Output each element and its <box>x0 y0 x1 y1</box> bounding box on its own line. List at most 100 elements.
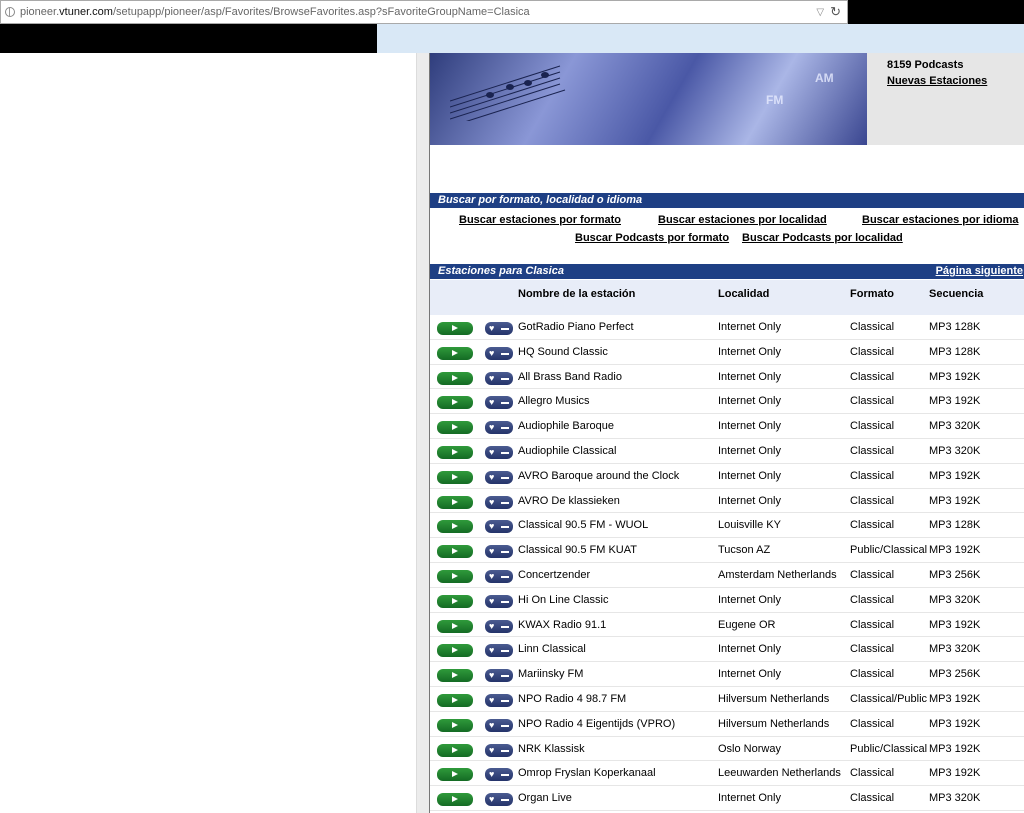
station-name[interactable]: Organ Live <box>518 792 572 804</box>
station-name[interactable]: Hi On Line Classic <box>518 594 608 606</box>
play-icon[interactable] <box>437 371 473 385</box>
station-format: Classical <box>850 321 895 333</box>
favorite-heart-icon[interactable]: ♥ <box>485 346 513 360</box>
col-stream: Secuencia <box>929 288 984 300</box>
favorite-heart-icon[interactable]: ♥ <box>485 322 513 335</box>
station-location: Internet Only <box>718 345 781 358</box>
play-icon[interactable] <box>437 718 473 732</box>
station-stream: MP3 192K <box>929 767 981 780</box>
play-icon[interactable] <box>437 594 473 608</box>
favorite-heart-icon[interactable]: ♥ <box>485 793 513 807</box>
favorite-heart-icon[interactable]: ♥ <box>485 495 513 509</box>
play-icon[interactable] <box>437 619 473 633</box>
favorite-heart-icon[interactable]: ♥ <box>485 545 513 559</box>
play-icon[interactable] <box>437 421 473 435</box>
station-name[interactable]: AVRO Baroque around the Clock <box>518 470 679 482</box>
link-stations-by-location[interactable]: Buscar estaciones por localidad <box>658 214 827 226</box>
station-format: Classical <box>850 717 895 730</box>
station-location: Louisville KY <box>718 519 781 532</box>
remove-dash-icon <box>501 675 509 678</box>
station-stream: MP3 128K <box>929 519 981 532</box>
play-icon[interactable] <box>437 470 473 484</box>
station-name[interactable]: GotRadio Piano Perfect <box>518 321 634 333</box>
play-icon[interactable] <box>437 322 473 335</box>
station-name[interactable]: NPO Radio 4 Eigentijds (VPRO) <box>518 718 675 730</box>
favorite-heart-icon[interactable]: ♥ <box>485 520 513 534</box>
table-row: ♥ Audiophile Classical Internet Only Classi… <box>430 439 1024 464</box>
station-name[interactable]: Allegro Musics <box>518 395 590 407</box>
address-bar[interactable]: pioneer.vtuner.com/setupapp/pioneer/asp/… <box>0 0 848 24</box>
station-name[interactable]: Mariinsky FM <box>518 668 583 680</box>
station-name[interactable]: Audiophile Classical <box>518 445 616 457</box>
station-location: Oslo Norway <box>718 742 781 755</box>
dropdown-arrow-icon[interactable]: ▽ <box>816 7 824 18</box>
favorite-heart-icon[interactable]: ♥ <box>485 569 513 583</box>
station-name[interactable]: HQ Sound Classic <box>518 346 608 358</box>
url-path: /setupapp/pioneer/asp/Favorites/BrowseFa… <box>112 6 530 18</box>
station-location: Internet Only <box>718 593 781 606</box>
station-name[interactable]: Audiophile Baroque <box>518 420 614 432</box>
link-podcasts-by-format[interactable]: Buscar Podcasts por formato <box>575 232 729 244</box>
remove-dash-icon <box>501 451 509 454</box>
link-stations-by-format[interactable]: Buscar estaciones por formato <box>459 214 621 226</box>
favorite-heart-icon[interactable]: ♥ <box>485 371 513 385</box>
play-icon[interactable] <box>437 743 473 757</box>
station-name[interactable]: Omrop Fryslan Koperkanaal <box>518 767 656 779</box>
reload-icon[interactable]: ↻ <box>830 4 841 20</box>
play-icon[interactable] <box>437 495 473 509</box>
station-name[interactable]: AVRO De klassieken <box>518 495 620 507</box>
table-row: ♥ Organ Live Internet Only Classical MP3 320… <box>430 786 1024 811</box>
station-name[interactable]: Linn Classical <box>518 643 586 655</box>
station-location: Hilversum Netherlands <box>718 692 830 705</box>
favorite-heart-icon[interactable]: ♥ <box>485 470 513 484</box>
table-row: ♥ Hi On Line Classic Internet Only Classica… <box>430 588 1024 613</box>
station-location: Internet Only <box>718 321 781 333</box>
favorite-heart-icon[interactable]: ♥ <box>485 644 513 658</box>
next-page-link[interactable]: Página siguiente <box>936 264 1023 279</box>
play-icon[interactable] <box>437 346 473 360</box>
station-stream: MP3 320K <box>929 444 981 457</box>
favorite-heart-icon[interactable]: ♥ <box>485 743 513 757</box>
station-location: Leeuwarden Netherlands <box>718 767 841 780</box>
play-icon[interactable] <box>437 669 473 683</box>
url-text[interactable]: pioneer.vtuner.com/setupapp/pioneer/asp/… <box>20 6 530 18</box>
favorite-heart-icon[interactable]: ♥ <box>485 421 513 435</box>
station-name[interactable]: Concertzender <box>518 569 590 581</box>
station-stream: MP3 256K <box>929 668 981 681</box>
station-name[interactable]: Classical 90.5 FM KUAT <box>518 544 637 556</box>
link-podcasts-by-location[interactable]: Buscar Podcasts por localidad <box>742 232 903 244</box>
favorite-heart-icon[interactable]: ♥ <box>485 619 513 633</box>
station-name[interactable]: NRK Klassisk <box>518 743 585 755</box>
play-icon[interactable] <box>437 445 473 459</box>
remove-dash-icon <box>501 600 509 603</box>
station-stream: MP3 192K <box>929 692 981 705</box>
remove-dash-icon <box>501 749 509 752</box>
play-icon[interactable] <box>437 644 473 658</box>
search-section-header: Buscar por formato, localidad o idioma <box>430 193 1024 208</box>
station-name[interactable]: NPO Radio 4 98.7 FM <box>518 693 626 705</box>
favorite-heart-icon[interactable]: ♥ <box>485 718 513 732</box>
play-icon[interactable] <box>437 396 473 410</box>
station-stream: MP3 320K <box>929 643 981 656</box>
nuevas-estaciones-link[interactable]: Nuevas Estaciones <box>887 75 987 87</box>
favorite-heart-icon[interactable]: ♥ <box>485 693 513 707</box>
table-row: ♥ Audiophile Baroque Internet Only Classica… <box>430 414 1024 439</box>
play-icon[interactable] <box>437 569 473 583</box>
play-icon[interactable] <box>437 545 473 559</box>
station-name[interactable]: KWAX Radio 91.1 <box>518 619 606 631</box>
play-icon[interactable] <box>437 693 473 707</box>
play-icon[interactable] <box>437 768 473 782</box>
play-icon[interactable] <box>437 520 473 534</box>
favorite-heart-icon[interactable]: ♥ <box>485 768 513 782</box>
favorite-heart-icon[interactable]: ♥ <box>485 594 513 608</box>
station-name[interactable]: Classical 90.5 FM - WUOL <box>518 519 648 531</box>
favorite-heart-icon[interactable]: ♥ <box>485 669 513 683</box>
link-stations-by-language[interactable]: Buscar estaciones por idioma <box>862 214 1019 226</box>
favorite-heart-icon[interactable]: ♥ <box>485 445 513 459</box>
station-name[interactable]: All Brass Band Radio <box>518 371 622 383</box>
station-stream: MP3 192K <box>929 618 981 631</box>
table-row: ♥ Linn Classical Internet Only Classical MP3… <box>430 637 1024 663</box>
play-icon[interactable] <box>437 793 473 807</box>
favorite-heart-icon[interactable]: ♥ <box>485 396 513 410</box>
station-location: Internet Only <box>718 395 781 408</box>
